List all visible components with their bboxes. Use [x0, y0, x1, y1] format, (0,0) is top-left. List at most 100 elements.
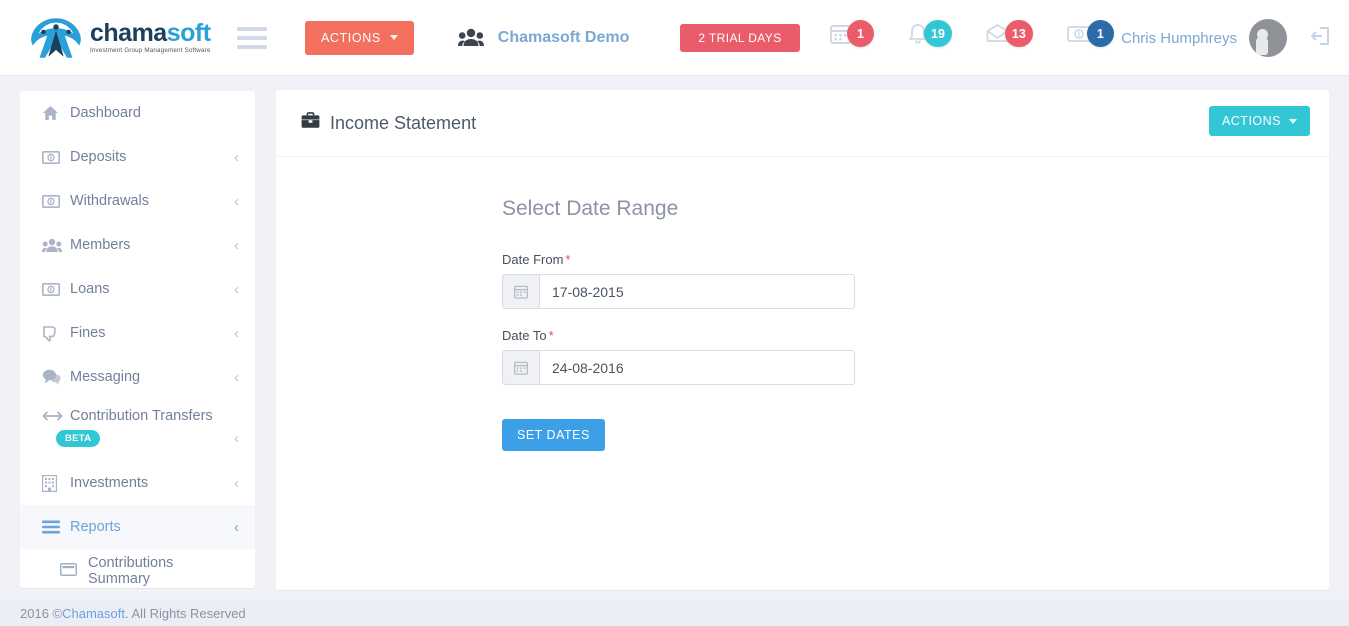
top-header-bar: chamasoft Investment Group Management So… — [0, 0, 1349, 76]
notification-messages[interactable]: 13 — [986, 20, 1033, 47]
sidebar-item-label: Messaging — [70, 369, 141, 385]
report-icon — [59, 562, 82, 580]
trial-days-badge[interactable]: 2 TRIAL DAYS — [680, 23, 800, 52]
app-logo[interactable]: chamasoft Investment Group Management So… — [28, 15, 211, 61]
sidebar-item-deposits[interactable]: Deposits ‹ — [20, 135, 255, 179]
sidebar-subitem-label: Contributions Summary — [88, 555, 174, 587]
hamburger-bar — [237, 35, 267, 40]
thumbs-down-icon — [42, 325, 64, 342]
avatar-body — [1256, 36, 1268, 55]
chevron-left-icon: ‹ — [234, 324, 239, 342]
date-from-input-group — [502, 274, 855, 309]
footer-brand-link[interactable]: Chamasoft — [62, 606, 125, 621]
sidebar-item-dashboard[interactable]: Dashboard — [20, 91, 255, 135]
sidebar-item-reports[interactable]: Reports ‹ — [20, 505, 255, 549]
sidebar-subitem-contributions-summary[interactable]: Contributions Summary — [20, 549, 255, 588]
sign-out-icon[interactable] — [1309, 25, 1331, 52]
hamburger-bar — [237, 26, 267, 31]
set-dates-button[interactable]: SET DATES — [502, 419, 605, 451]
logo-tagline: Investment Group Management Software — [90, 46, 211, 54]
calendar-icon[interactable] — [502, 350, 539, 385]
sidebar-item-members[interactable]: Members ‹ — [20, 223, 255, 267]
date-to-input[interactable] — [539, 350, 855, 385]
money-icon — [42, 150, 64, 164]
chevron-down-icon — [1289, 118, 1297, 124]
sidebar-item-label: Deposits — [70, 149, 127, 165]
panel-actions-button[interactable]: ACTIONS — [1208, 106, 1310, 136]
sidebar-item-label: Withdrawals — [70, 193, 149, 209]
chevron-left-icon: ‹ — [234, 192, 239, 210]
date-to-input-group — [502, 350, 855, 385]
notification-count-badge: 19 — [924, 20, 952, 47]
notification-calendar[interactable]: 1 — [830, 20, 874, 47]
logo-word-part2: soft — [166, 18, 211, 47]
group-name-label: Chamasoft Demo — [497, 28, 630, 46]
page-title-label: Income Statement — [330, 112, 477, 133]
chevron-left-icon: ‹ — [234, 518, 239, 536]
notifications-area: 1 19 13 1 — [830, 20, 1148, 47]
panel-actions-label: ACTIONS — [1221, 114, 1281, 128]
sidebar-item-messaging[interactable]: Messaging ‹ — [20, 355, 255, 399]
page-footer: 2016 © Chamasoft. All Rights Reserved — [0, 600, 1349, 626]
calendar-icon[interactable] — [502, 274, 539, 309]
notification-count-badge: 13 — [1004, 20, 1033, 47]
money-icon — [42, 282, 64, 296]
transfer-icon — [42, 410, 64, 422]
chevron-left-icon: ‹ — [234, 148, 239, 166]
sidebar-item-fines[interactable]: Fines ‹ — [20, 311, 255, 355]
bars-icon — [42, 520, 64, 534]
sidebar-item-label: Contribution Transfers — [70, 408, 213, 424]
sidebar-nav: Dashboard Deposits ‹ Withdrawals ‹ Membe… — [20, 91, 255, 588]
sidebar-item-label: Dashboard — [70, 105, 141, 121]
home-icon — [42, 105, 64, 121]
user-area: Chris Humphreys — [1121, 0, 1349, 76]
hamburger-icon[interactable] — [237, 26, 267, 49]
logo-word-part1: chama — [90, 18, 167, 47]
chamasoft-logo-mark — [31, 17, 81, 58]
group-switcher[interactable]: Chamasoft Demo 2 TRIAL DAYS — [457, 23, 800, 52]
briefcase-icon — [301, 112, 320, 134]
date-to-label-text: Date To — [502, 328, 547, 343]
content-panel: Income Statement ACTIONS Select Date Ran… — [276, 90, 1329, 590]
date-from-label-text: Date From — [502, 252, 564, 267]
date-range-form: Select Date Range Date From* Date To* — [276, 157, 1329, 451]
comments-icon — [42, 369, 64, 385]
building-icon — [42, 474, 64, 492]
sidebar-item-label: Members — [70, 237, 131, 253]
sidebar-item-label: Fines — [70, 325, 106, 341]
sidebar-item-contribution-transfers[interactable]: Contribution Transfers BETA ‹ — [20, 399, 255, 461]
sidebar-item-label: Loans — [70, 281, 110, 297]
beta-badge: BETA — [56, 430, 101, 447]
chevron-left-icon: ‹ — [234, 368, 239, 386]
avatar[interactable] — [1249, 19, 1287, 57]
sidebar-item-label: Investments — [70, 475, 149, 491]
footer-suffix: . All Rights Reserved — [125, 605, 246, 621]
sidebar-item-loans[interactable]: Loans ‹ — [20, 267, 255, 311]
chevron-left-icon: ‹ — [234, 280, 239, 298]
required-mark: * — [565, 252, 571, 267]
chevron-left-icon: ‹ — [234, 474, 239, 492]
logo-wordmark: chamasoft — [90, 18, 211, 47]
notification-count-badge: 1 — [1086, 20, 1114, 47]
header-actions-label: ACTIONS — [321, 30, 381, 45]
notification-payments[interactable]: 1 — [1066, 20, 1114, 47]
chevron-left-icon: ‹ — [234, 236, 239, 254]
date-to-label: Date To * — [502, 328, 1329, 343]
required-mark: * — [548, 328, 554, 343]
user-name-label[interactable]: Chris Humphreys — [1121, 30, 1237, 47]
form-heading: Select Date Range — [502, 197, 679, 220]
users-icon — [42, 238, 64, 253]
money-icon — [42, 194, 64, 208]
header-actions-button[interactable]: ACTIONS — [305, 20, 414, 55]
notification-alerts[interactable]: 19 — [908, 20, 952, 47]
notification-count-badge: 1 — [847, 20, 874, 47]
footer-prefix: 2016 © — [20, 605, 63, 621]
sidebar-item-investments[interactable]: Investments ‹ — [20, 461, 255, 505]
users-icon — [457, 28, 484, 46]
sidebar-item-label: Reports — [70, 519, 121, 535]
hamburger-bar — [237, 44, 267, 49]
sidebar-item-withdrawals[interactable]: Withdrawals ‹ — [20, 179, 255, 223]
page-title: Income Statement — [301, 112, 476, 134]
date-from-input[interactable] — [539, 274, 855, 309]
date-from-label: Date From * — [502, 252, 1329, 267]
